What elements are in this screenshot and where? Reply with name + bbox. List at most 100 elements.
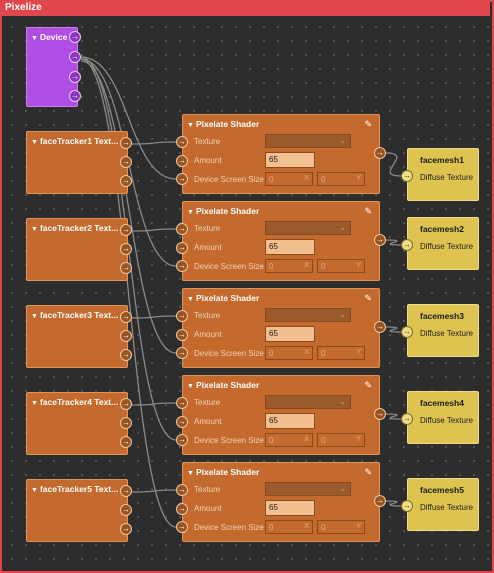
amount-input[interactable]: 65	[265, 413, 315, 429]
caret-down-icon[interactable]: ▼	[31, 487, 38, 494]
tracker-output-port[interactable]: →	[120, 417, 132, 429]
shader-input-port[interactable]: →	[176, 260, 188, 272]
screen-size-x-input[interactable]: 0X	[265, 433, 313, 447]
shader-input-port[interactable]: →	[176, 310, 188, 322]
face-tracker-node[interactable]: ▼ faceTracker5 Text...	[26, 479, 128, 542]
caret-down-icon[interactable]: ▼	[31, 313, 38, 320]
shader-input-port[interactable]: →	[176, 155, 188, 167]
shader-input-port[interactable]: →	[176, 503, 188, 515]
device-port-3[interactable]: →	[69, 71, 81, 83]
shader-input-port[interactable]: →	[176, 521, 188, 533]
facemesh-node[interactable]: facemesh1 Diffuse Texture	[407, 148, 479, 201]
pencil-icon[interactable]: ✎	[364, 206, 372, 217]
shader-input-port[interactable]: →	[176, 242, 188, 254]
pencil-icon[interactable]: ✎	[364, 293, 372, 304]
tracker-output-port[interactable]: →	[120, 436, 132, 448]
facemesh-input-port[interactable]: →	[401, 413, 413, 425]
shader-output-port[interactable]: →	[374, 321, 386, 333]
amount-input[interactable]: 65	[265, 152, 315, 168]
pencil-icon[interactable]: ✎	[364, 467, 372, 478]
caret-down-icon[interactable]: ▼	[187, 122, 194, 129]
screen-size-x-input[interactable]: 0X	[265, 259, 313, 273]
tracker-output-port[interactable]: →	[120, 311, 132, 323]
caret-down-icon[interactable]: ▼	[31, 400, 38, 407]
caret-down-icon[interactable]: ▼	[31, 226, 38, 233]
texture-dropdown[interactable]: ⌄	[265, 308, 351, 322]
screen-size-x-input[interactable]: 0X	[265, 172, 313, 186]
screen-size-y-input[interactable]: 0Y	[317, 433, 365, 447]
facemesh-node[interactable]: facemesh3 Diffuse Texture	[407, 304, 479, 357]
pencil-icon[interactable]: ✎	[364, 380, 372, 391]
caret-down-icon[interactable]: ▼	[31, 35, 38, 42]
tracker-output-port[interactable]: →	[120, 523, 132, 535]
screen-size-y-input[interactable]: 0Y	[317, 346, 365, 360]
shader-input-port[interactable]: →	[176, 416, 188, 428]
shader-input-port[interactable]: →	[176, 329, 188, 341]
texture-dropdown[interactable]: ⌄	[265, 482, 351, 496]
caret-down-icon[interactable]: ▼	[187, 383, 194, 390]
tracker-output-port[interactable]: →	[120, 175, 132, 187]
tracker-output-port[interactable]: →	[120, 224, 132, 236]
face-tracker-node[interactable]: ▼ faceTracker2 Text...	[26, 218, 128, 281]
facemesh-input-port[interactable]: →	[401, 239, 413, 251]
shader-output-port[interactable]: →	[374, 234, 386, 246]
shader-output-port[interactable]: →	[374, 147, 386, 159]
arrow-right-icon: →	[376, 322, 384, 331]
amount-input[interactable]: 65	[265, 500, 315, 516]
screen-size-y-input[interactable]: 0Y	[317, 259, 365, 273]
shader-input-port[interactable]: →	[176, 136, 188, 148]
group-header[interactable]: Pixelize	[0, 0, 490, 16]
facemesh-input-port[interactable]: →	[401, 326, 413, 338]
texture-dropdown[interactable]: ⌄	[265, 134, 351, 148]
patch-editor-canvas[interactable]: Pixelize ▼ Device → → → → ▼ faceTracker1 T…	[0, 0, 494, 573]
screen-size-y-input[interactable]: 0Y	[317, 520, 365, 534]
tracker-output-port[interactable]: →	[120, 504, 132, 516]
device-port-2[interactable]: →	[69, 51, 81, 63]
caret-down-icon[interactable]: ▼	[187, 470, 194, 477]
shader-input-port[interactable]: →	[176, 173, 188, 185]
shader-input-port[interactable]: →	[176, 484, 188, 496]
pixelate-shader-node[interactable]: ▼ Pixelate Shader ✎ Texture ⌄ Amount 65 D…	[182, 375, 380, 455]
shader-output-port[interactable]: →	[374, 495, 386, 507]
face-tracker-node[interactable]: ▼ faceTracker1 Text...	[26, 131, 128, 194]
facemesh-input-port[interactable]: →	[401, 500, 413, 512]
device-port-1[interactable]: →	[69, 31, 81, 43]
caret-down-icon[interactable]: ▼	[31, 139, 38, 146]
tracker-output-port[interactable]: →	[120, 349, 132, 361]
texture-dropdown[interactable]: ⌄	[265, 395, 351, 409]
tracker-output-port[interactable]: →	[120, 398, 132, 410]
screen-size-x-input[interactable]: 0X	[265, 346, 313, 360]
tracker-output-port[interactable]: →	[120, 485, 132, 497]
pixelate-shader-node[interactable]: ▼ Pixelate Shader ✎ Texture ⌄ Amount 65 D…	[182, 288, 380, 368]
pixelate-shader-node[interactable]: ▼ Pixelate Shader ✎ Texture ⌄ Amount 65 D…	[182, 462, 380, 542]
facemesh-node[interactable]: facemesh5 Diffuse Texture	[407, 478, 479, 531]
shader-input-port[interactable]: →	[176, 347, 188, 359]
facemesh-node[interactable]: facemesh2 Diffuse Texture	[407, 217, 479, 270]
shader-output-port[interactable]: →	[374, 408, 386, 420]
facemesh-node[interactable]: facemesh4 Diffuse Texture	[407, 391, 479, 444]
tracker-output-port[interactable]: →	[120, 330, 132, 342]
amount-input[interactable]: 65	[265, 326, 315, 342]
caret-down-icon[interactable]: ▼	[187, 296, 194, 303]
pixelate-shader-node[interactable]: ▼ Pixelate Shader ✎ Texture ⌄ Amount 65 D…	[182, 201, 380, 281]
shader-title: ▼ Pixelate Shader	[187, 293, 259, 303]
amount-input[interactable]: 65	[265, 239, 315, 255]
caret-down-icon[interactable]: ▼	[187, 209, 194, 216]
face-tracker-node[interactable]: ▼ faceTracker3 Text...	[26, 305, 128, 368]
tracker-output-port[interactable]: →	[120, 137, 132, 149]
shader-input-port[interactable]: →	[176, 397, 188, 409]
screen-size-x-input[interactable]: 0X	[265, 520, 313, 534]
face-tracker-node[interactable]: ▼ faceTracker4 Text...	[26, 392, 128, 455]
shader-title: ▼ Pixelate Shader	[187, 467, 259, 477]
pencil-icon[interactable]: ✎	[364, 119, 372, 130]
shader-input-port[interactable]: →	[176, 434, 188, 446]
shader-input-port[interactable]: →	[176, 223, 188, 235]
tracker-output-port[interactable]: →	[120, 156, 132, 168]
texture-dropdown[interactable]: ⌄	[265, 221, 351, 235]
pixelate-shader-node[interactable]: ▼ Pixelate Shader ✎ Texture ⌄ Amount 65 D…	[182, 114, 380, 194]
screen-size-y-input[interactable]: 0Y	[317, 172, 365, 186]
tracker-output-port[interactable]: →	[120, 262, 132, 274]
facemesh-input-port[interactable]: →	[401, 170, 413, 182]
tracker-output-port[interactable]: →	[120, 243, 132, 255]
device-port-4[interactable]: →	[69, 90, 81, 102]
